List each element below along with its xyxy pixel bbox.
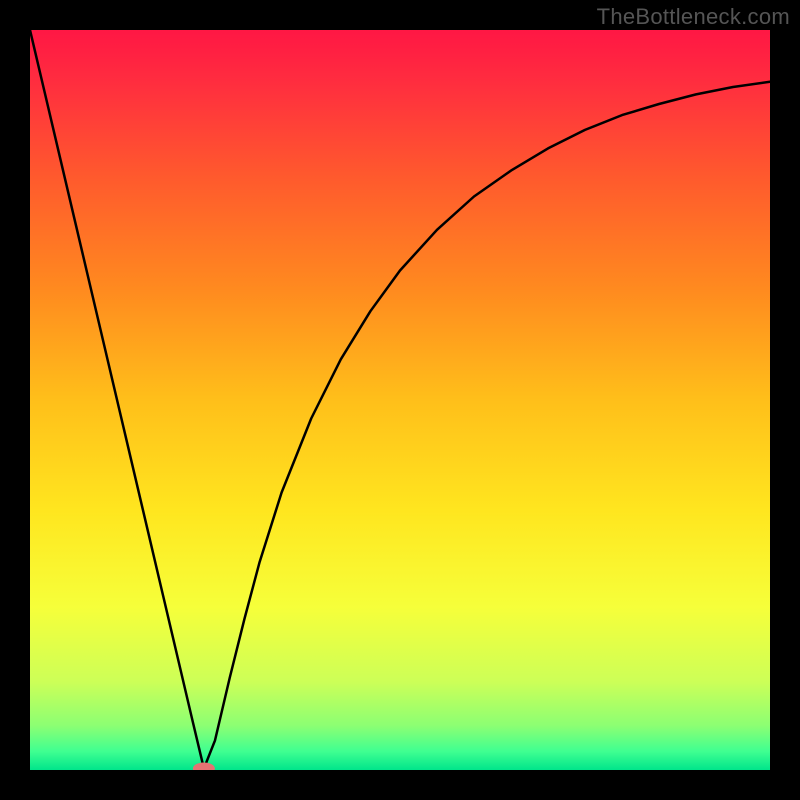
chart-frame: TheBottleneck.com xyxy=(0,0,800,800)
bottleneck-chart xyxy=(30,30,770,770)
watermark-text: TheBottleneck.com xyxy=(597,4,790,30)
chart-background xyxy=(30,30,770,770)
